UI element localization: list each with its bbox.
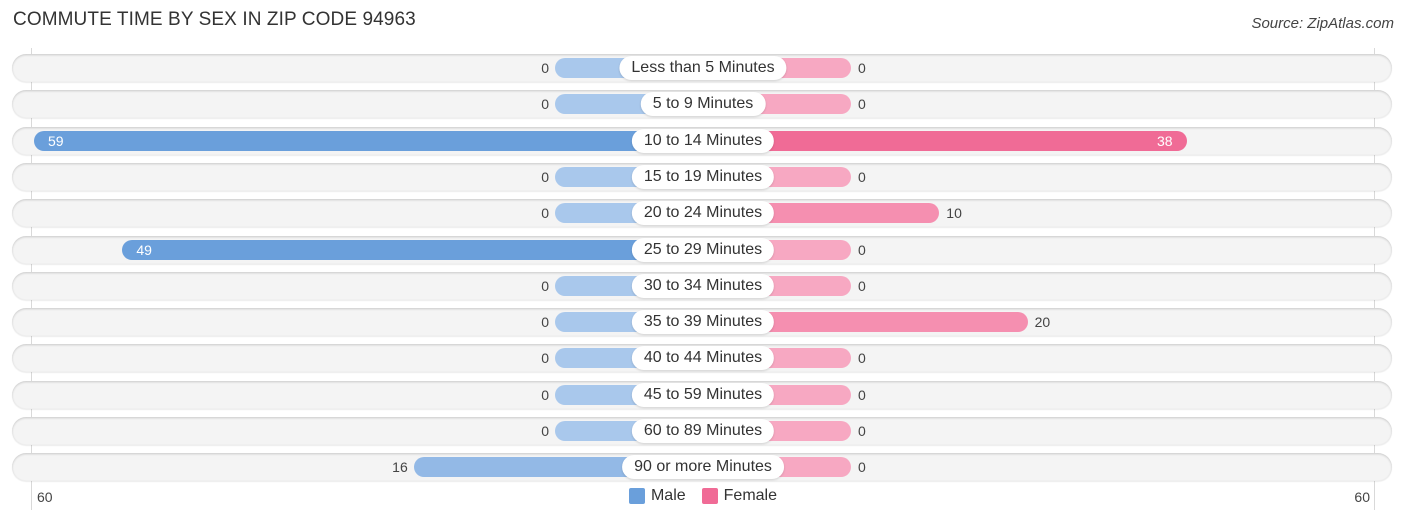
value-label-male: 16 — [392, 459, 408, 476]
legend: Male Female — [0, 487, 1406, 505]
category-label: 5 to 9 Minutes — [640, 92, 766, 117]
category-label: 10 to 14 Minutes — [631, 128, 775, 153]
value-label-male: 0 — [541, 350, 549, 367]
chart-rows: Less than 5 Minutes 0 0 5 to 9 Minutes 0 0 10 … — [0, 0, 1406, 522]
category-label: 30 to 34 Minutes — [631, 273, 775, 298]
value-label-female: 0 — [858, 60, 866, 76]
value-label-female: 0 — [858, 96, 866, 113]
category-label: Less than 5 Minutes — [619, 56, 787, 80]
bar-male[interactable] — [122, 239, 703, 260]
category-label: 15 to 19 Minutes — [631, 164, 775, 189]
value-label-male: 0 — [541, 423, 549, 439]
category-label: 35 to 39 Minutes — [631, 310, 775, 335]
legend-swatch-female — [701, 488, 718, 504]
bar-female[interactable] — [703, 130, 1187, 151]
category-label: 40 to 44 Minutes — [631, 346, 775, 371]
value-label-female: 10 — [946, 205, 962, 222]
value-label-female: 0 — [858, 241, 866, 258]
bar-male[interactable] — [34, 130, 703, 151]
category-label: 90 or more Minutes — [622, 455, 784, 480]
legend-item-female[interactable]: Female — [701, 487, 778, 505]
category-label: 45 to 59 Minutes — [631, 382, 775, 407]
value-label-male: 59 — [48, 132, 64, 149]
value-label-male: 0 — [541, 96, 549, 113]
value-label-female: 0 — [858, 459, 866, 476]
legend-swatch-male — [628, 488, 645, 504]
value-label-female: 0 — [858, 168, 866, 185]
legend-label-female: Female — [723, 487, 778, 504]
value-label-female: 0 — [858, 423, 866, 439]
category-label: 25 to 29 Minutes — [631, 237, 775, 262]
legend-item-male[interactable]: Male — [628, 487, 686, 505]
value-label-male: 49 — [136, 241, 152, 258]
value-label-female: 20 — [1034, 314, 1051, 331]
value-label-female: 0 — [858, 277, 866, 294]
value-label-male: 0 — [541, 386, 549, 403]
value-label-male: 0 — [541, 205, 549, 222]
value-label-male: 0 — [541, 314, 549, 331]
category-label: 60 to 89 Minutes — [631, 419, 775, 443]
value-label-female: 0 — [858, 350, 866, 367]
value-label-male: 0 — [541, 277, 549, 294]
value-label-male: 0 — [541, 60, 549, 76]
category-label: 20 to 24 Minutes — [631, 201, 775, 226]
value-label-male: 0 — [541, 168, 549, 185]
value-label-female: 38 — [1156, 132, 1173, 149]
value-label-female: 0 — [858, 386, 866, 403]
legend-label-male: Male — [650, 487, 686, 504]
